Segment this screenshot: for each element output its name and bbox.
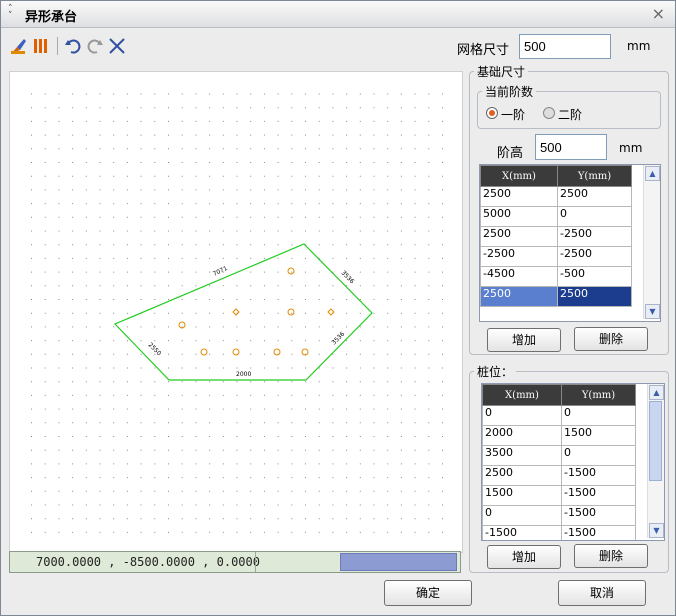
scroll-up-icon[interactable]: ▲ xyxy=(645,166,660,181)
table-row[interactable]: 2500 -2500 xyxy=(480,226,632,247)
table-row[interactable]: 2500 2500 xyxy=(480,186,632,207)
scroll-down-icon[interactable]: ▼ xyxy=(645,304,660,319)
cell-x[interactable]: 0 xyxy=(482,505,562,526)
redo-icon[interactable] xyxy=(85,36,105,56)
base-dimensions-legend: 基础尺寸 xyxy=(477,65,526,79)
table-row[interactable]: -1500 -1500 xyxy=(482,525,636,540)
piles-col-y[interactable]: Y(mm) xyxy=(561,384,636,406)
piles-legend: 桩位： xyxy=(477,365,514,379)
undo-icon[interactable] xyxy=(63,36,83,56)
grid-size-unit: mm xyxy=(627,39,651,53)
pile-marker xyxy=(287,308,295,316)
step-option-one-label: 一阶 xyxy=(501,108,526,122)
cell-y[interactable]: 1500 xyxy=(561,425,636,446)
table-row[interactable]: 00 xyxy=(482,405,636,426)
pile-marker xyxy=(232,348,240,356)
scroll-up-icon[interactable]: ▲ xyxy=(649,385,664,400)
window-title: 异形承台 xyxy=(25,10,78,25)
table-row[interactable]: 5000 0 xyxy=(480,206,632,227)
step-height-input[interactable] xyxy=(535,134,607,160)
table-row[interactable]: 1500 -1500 xyxy=(482,485,636,506)
brush-icon[interactable] xyxy=(9,36,29,56)
pile-marker xyxy=(232,308,240,316)
cell-y[interactable]: -1500 xyxy=(561,485,636,506)
cell-y[interactable]: -1500 xyxy=(561,505,636,526)
edge-length-label: 2000 xyxy=(236,371,251,378)
cell-x[interactable]: 2000 xyxy=(482,425,562,446)
piles-col-x[interactable]: X(mm) xyxy=(482,384,562,406)
cell-y[interactable]: 0 xyxy=(557,206,632,227)
cell-x[interactable]: 2500 xyxy=(482,465,562,486)
cell-y[interactable]: 0 xyxy=(561,445,636,466)
cell-y[interactable]: -2500 xyxy=(557,246,632,267)
cursor-coordinates: 7000.0000 , -8500.0000 , 0.0000 xyxy=(36,555,260,569)
base-table[interactable]: X(mm) Y(mm) 2500 2500 5000 0 2500 -2500 -2500 -2… xyxy=(479,164,661,322)
base-table-scrollbar[interactable]: ▲ ▼ xyxy=(643,165,660,319)
grid-dots xyxy=(31,93,443,533)
scroll-down-icon[interactable]: ▼ xyxy=(649,523,664,538)
base-add-button[interactable]: 增加 xyxy=(487,328,561,352)
cell-x[interactable]: 0 xyxy=(482,405,562,426)
title-bar: ˄ ˅ 异形承台 × xyxy=(1,1,675,28)
base-col-x[interactable]: X(mm) xyxy=(480,165,558,187)
table-row[interactable]: 3500 0 xyxy=(482,445,636,466)
cell-y[interactable]: -500 xyxy=(557,266,632,287)
status-divider xyxy=(255,552,256,572)
status-bar: 7000.0000 , -8500.0000 , 0.0000 xyxy=(9,551,461,573)
clear-icon[interactable] xyxy=(107,36,127,56)
drawing-canvas[interactable]: 7071 3536 2550 3536 2000 xyxy=(9,71,463,553)
cell-x[interactable]: 2500 xyxy=(480,186,558,207)
cell-x[interactable]: -1500 xyxy=(482,525,562,540)
edge-length-label: 2550 xyxy=(147,341,163,357)
table-row[interactable]: 2000 1500 xyxy=(482,425,636,446)
cancel-button[interactable]: 取消 xyxy=(558,580,646,606)
table-row[interactable]: 2500 2500 xyxy=(480,286,632,307)
grid-size-input[interactable] xyxy=(519,34,611,59)
pile-marker xyxy=(273,348,281,356)
cell-y[interactable]: 2500 xyxy=(557,186,632,207)
cell-x[interactable]: 2500 xyxy=(480,286,558,307)
scroll-thumb[interactable] xyxy=(649,401,662,481)
ok-button[interactable]: 确定 xyxy=(384,580,472,606)
cell-x[interactable]: -2500 xyxy=(480,246,558,267)
cell-x[interactable]: 3500 xyxy=(482,445,562,466)
piles-delete-button[interactable]: 删除 xyxy=(574,544,648,568)
piles-table[interactable]: X(mm) Y(mm) 0 0 2000 1500 3500 0 2500 -1500 1500-… xyxy=(481,383,665,541)
pile-marker xyxy=(200,348,208,356)
toolbar-separator xyxy=(57,37,58,55)
cell-y[interactable]: -1500 xyxy=(561,465,636,486)
close-icon[interactable]: × xyxy=(652,4,665,23)
status-progress xyxy=(340,553,457,571)
cell-x[interactable]: -4500 xyxy=(480,266,558,287)
dialog-window: ˄˅ 异形承台 × 网格尺寸 mm 70713536255035362000 7… xyxy=(0,0,676,616)
cell-y[interactable]: 0 xyxy=(561,405,636,426)
cell-y[interactable]: 2500 xyxy=(557,286,632,307)
piles-add-button[interactable]: 增加 xyxy=(487,545,561,569)
cell-x[interactable]: 5000 xyxy=(480,206,558,227)
cell-x[interactable]: 1500 xyxy=(482,485,562,506)
step-height-label: 阶高 xyxy=(497,146,524,161)
piles-table-scrollbar[interactable]: ▲ ▼ xyxy=(647,384,664,538)
table-row[interactable]: 2500 -1500 xyxy=(482,465,636,486)
cell-y[interactable]: -1500 xyxy=(561,525,636,540)
base-col-y[interactable]: Y(mm) xyxy=(557,165,632,187)
steps-legend: 当前阶数 xyxy=(485,85,534,99)
edge-length-label: 3536 xyxy=(330,331,346,347)
step-height-unit: mm xyxy=(619,141,643,155)
grid-size-label: 网格尺寸 xyxy=(457,43,510,58)
columns-icon[interactable] xyxy=(31,36,51,56)
table-row[interactable]: -2500 -2500 xyxy=(480,246,632,267)
step-option-two-label: 二阶 xyxy=(558,108,583,122)
cell-y[interactable]: -2500 xyxy=(557,226,632,247)
table-row[interactable]: 0 -1500 xyxy=(482,505,636,526)
pile-marker xyxy=(287,267,295,275)
plan-view[interactable]: 7071 3536255035362000 xyxy=(10,72,462,552)
base-delete-button[interactable]: 删除 xyxy=(574,327,648,351)
cell-x[interactable]: 2500 xyxy=(480,226,558,247)
edge-length-label: 7071 xyxy=(212,265,229,278)
table-row[interactable]: -4500 -500 xyxy=(480,266,632,287)
window-menu-icon[interactable]: ˄ ˅ xyxy=(8,5,18,21)
pile-marker xyxy=(327,308,335,316)
